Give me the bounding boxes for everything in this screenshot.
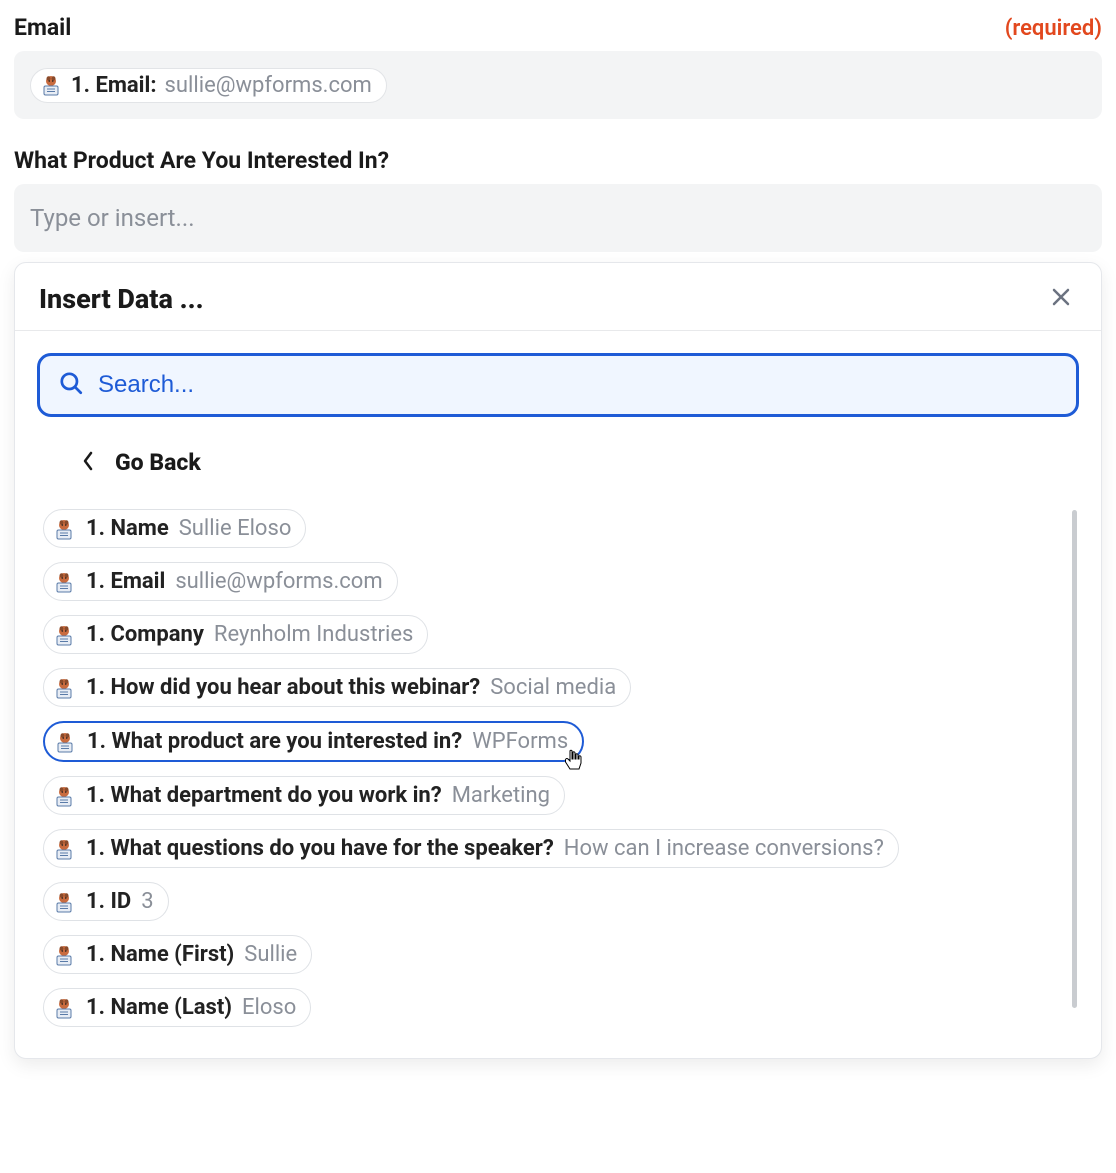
data-item-label: 1. Name [86, 516, 169, 541]
wpforms-icon [52, 784, 76, 808]
data-item[interactable]: 1. ID 3 [43, 882, 169, 921]
close-button[interactable] [1045, 281, 1077, 316]
data-item-label: 1. What questions do you have for the sp… [86, 836, 554, 861]
search-icon [58, 370, 84, 400]
data-item-value: 3 [141, 889, 153, 914]
data-item-value: Marketing [452, 783, 550, 808]
data-item[interactable]: 1. How did you hear about this webinar? … [43, 668, 631, 707]
data-item-label: 1. How did you hear about this webinar? [86, 675, 480, 700]
data-list: 1. Name Sullie Eloso 1. Email sullie@wpfo… [37, 502, 1079, 1058]
wpforms-icon [52, 837, 76, 861]
data-item[interactable]: 1. What questions do you have for the sp… [43, 829, 899, 868]
wpforms-icon [52, 943, 76, 967]
data-item-value: Sullie Eloso [179, 516, 292, 541]
data-item[interactable]: 1. Email sullie@wpforms.com [43, 562, 398, 601]
email-field-group: Email (required) 1. Email: sullie@wpform… [14, 14, 1102, 119]
data-item[interactable]: 1. Name (First) Sullie [43, 935, 312, 974]
email-chip[interactable]: 1. Email: sullie@wpforms.com [30, 68, 387, 103]
search-input[interactable] [98, 371, 1058, 399]
scrollbar[interactable] [1072, 510, 1077, 1008]
data-item-value: WPForms [472, 729, 568, 754]
data-item[interactable]: 1. What department do you work in? Marke… [43, 776, 565, 815]
wpforms-icon [52, 623, 76, 647]
required-badge: (required) [1005, 16, 1102, 41]
product-field-group: What Product Are You Interested In? Type… [14, 147, 1102, 252]
popup-title: Insert Data ... [39, 283, 204, 315]
data-item[interactable]: 1. Company Reynholm Industries [43, 615, 428, 654]
insert-data-popup: Insert Data ... Go Back 1. Name Sullie E… [14, 262, 1102, 1059]
data-item[interactable]: 1. What product are you interested in? W… [43, 721, 584, 762]
close-icon [1049, 297, 1073, 312]
email-chip-label: 1. Email: [71, 73, 157, 98]
email-label: Email [14, 14, 71, 41]
data-item-value: sullie@wpforms.com [175, 569, 382, 594]
wpforms-icon [52, 996, 76, 1020]
product-placeholder: Type or insert... [30, 204, 195, 232]
wpforms-icon [53, 730, 77, 754]
data-item-label: 1. Company [86, 622, 204, 647]
go-back-button[interactable]: Go Back [37, 417, 1079, 502]
data-item-label: 1. ID [86, 889, 131, 914]
product-input[interactable]: Type or insert... [14, 184, 1102, 252]
data-item-value: Eloso [242, 995, 296, 1020]
wpforms-icon [52, 890, 76, 914]
data-item-label: 1. Email [86, 569, 165, 594]
chevron-left-icon [81, 451, 95, 475]
wpforms-icon [52, 517, 76, 541]
data-item-label: 1. What product are you interested in? [87, 729, 462, 754]
data-item-value: How can I increase conversions? [564, 836, 884, 861]
email-chip-value: sullie@wpforms.com [165, 73, 372, 98]
wpforms-icon [52, 570, 76, 594]
data-item-value: Sullie [244, 942, 297, 967]
wpforms-icon [52, 676, 76, 700]
data-item-value: Reynholm Industries [214, 622, 413, 647]
search-field[interactable] [37, 353, 1079, 417]
data-item-label: 1. What department do you work in? [86, 783, 442, 808]
data-item-label: 1. Name (Last) [86, 995, 232, 1020]
data-item[interactable]: 1. Name (Last) Eloso [43, 988, 311, 1027]
data-item[interactable]: 1. Name Sullie Eloso [43, 509, 306, 548]
data-item-label: 1. Name (First) [86, 942, 234, 967]
email-input[interactable]: 1. Email: sullie@wpforms.com [14, 51, 1102, 119]
data-item-value: Social media [490, 675, 616, 700]
product-label: What Product Are You Interested In? [14, 147, 389, 174]
wpforms-icon [39, 73, 63, 97]
go-back-label: Go Back [115, 449, 201, 476]
